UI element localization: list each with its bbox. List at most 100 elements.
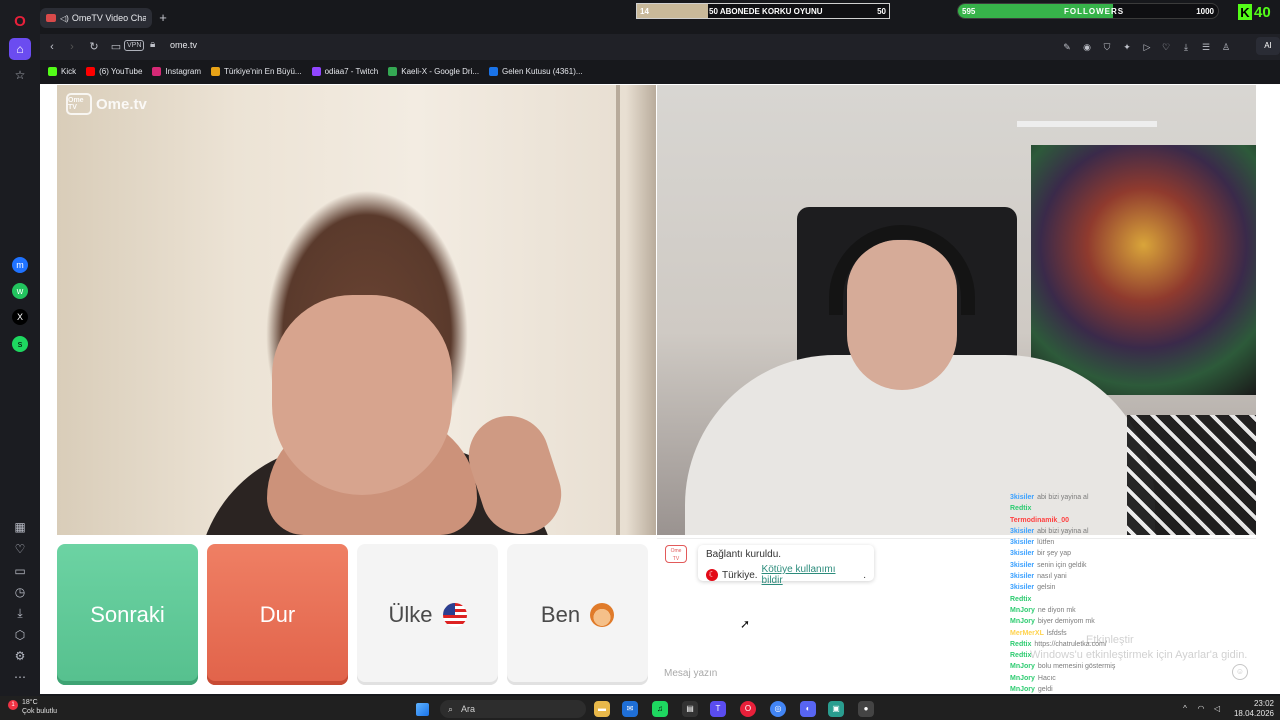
stream-chat-row: 3kisiler senin için geldik	[1010, 560, 1250, 571]
vpn-badge[interactable]: VPN	[124, 40, 145, 51]
tab-overview-icon[interactable]: ▭	[108, 39, 124, 55]
download-icon[interactable]: ⤓	[1179, 40, 1193, 54]
stop-button[interactable]: Dur	[207, 544, 348, 685]
x-twitter-icon[interactable]: X	[12, 309, 28, 325]
instagram-icon	[152, 66, 162, 76]
url-field[interactable]: ome.tv	[170, 40, 197, 50]
outlook-icon[interactable]: ✉	[622, 701, 638, 717]
bookmark-item[interactable]: odiaa7 - Twitch	[311, 66, 379, 76]
tab-ometv[interactable]: ◁) OmeTV Video Chat –	[40, 8, 152, 28]
me-label: Ben	[540, 601, 581, 627]
camera-icon[interactable]: ◉	[1080, 40, 1094, 54]
stream-chat-row: 3kisiler lütfen	[1010, 537, 1250, 548]
file-explorer-icon[interactable]: ▬	[594, 701, 610, 717]
spotify-icon[interactable]: s	[12, 336, 28, 352]
profile-icon[interactable]: ♙	[1219, 40, 1233, 54]
clock-date: 18.04.2026	[1233, 709, 1274, 718]
messenger-icon[interactable]: m	[12, 257, 28, 273]
home-icon[interactable]: ⌂	[9, 38, 31, 60]
weather-icon: 1	[8, 700, 18, 710]
next-button[interactable]: Sonraki	[57, 544, 198, 685]
report-abuse-link[interactable]: Kötüye kullanımı bildir	[762, 564, 860, 586]
opera-taskbar-icon[interactable]: O	[740, 701, 756, 717]
report-suffix: .	[863, 569, 866, 581]
back-arrow-icon[interactable]: ‹	[44, 39, 60, 55]
whatsapp-icon[interactable]: w	[12, 283, 28, 299]
taskbar-clock[interactable]: 23:02 18.04.2026	[1228, 699, 1274, 719]
bookmark-item[interactable]: (6) YouTube	[86, 66, 143, 76]
chat-username: 3kisiler	[1010, 550, 1035, 558]
chat-message: senin için geldik	[1037, 561, 1087, 569]
country-button[interactable]: Ülke	[357, 544, 498, 685]
chat-username: 3kisiler	[1010, 527, 1035, 535]
bookmark-item[interactable]: Kick	[48, 66, 76, 76]
extension-icon[interactable]: ✦	[1120, 40, 1134, 54]
windows-start-icon[interactable]	[416, 703, 429, 716]
chat-username: MnJory	[1010, 618, 1035, 626]
lock-icon[interactable]: 🔒︎	[150, 39, 155, 50]
bookmark-item[interactable]: Instagram	[152, 66, 201, 76]
obs-icon[interactable]: ●	[858, 701, 874, 717]
weather-widget[interactable]: 1 18°C Çok bulutlu	[8, 698, 57, 716]
youtube-icon	[86, 66, 96, 76]
taskbar-search[interactable]: ⌕ Ara	[440, 700, 586, 718]
downloads-icon[interactable]: ⤓	[9, 602, 31, 624]
wall-shelf	[1017, 121, 1157, 127]
easy-setup-icon[interactable]: ☰	[1199, 40, 1213, 54]
opera-menu-icon[interactable]: O	[9, 10, 31, 32]
pinboard-icon[interactable]: ☆	[9, 64, 31, 86]
new-tab-plus-icon[interactable]: +	[155, 10, 171, 26]
terminal-icon[interactable]: ▤	[682, 701, 698, 717]
boy-avatar-icon	[590, 602, 615, 627]
reload-icon[interactable]: ↻	[86, 39, 102, 55]
heart-icon[interactable]: ♡	[1159, 40, 1173, 54]
chrome-icon[interactable]: ◎	[770, 701, 786, 717]
bookmark-item[interactable]: Gelen Kutusu (4361)...	[489, 66, 583, 76]
chat-username: Redtix	[1010, 505, 1032, 513]
connected-text: Bağlantı kuruldu.	[706, 549, 782, 560]
twitch-icon	[311, 66, 321, 76]
stream-chat-row: 3kisiler nasıl yani	[1010, 571, 1250, 582]
bookmarks-bar: Kick (6) YouTube Instagram Türkiye'nin En B…	[40, 60, 1280, 82]
stream-chat-row: 3kisiler gelsin	[1010, 582, 1250, 593]
message-input[interactable]	[658, 662, 1228, 684]
snapshot-icon[interactable]: ▭	[9, 560, 31, 582]
followers-title: FOLLOWERS	[1064, 7, 1125, 16]
stream-chat-row: MnJory ne diyon mk	[1010, 605, 1250, 616]
favorites-heart-icon[interactable]: ♡	[9, 538, 31, 560]
bookmark-item[interactable]: Kaeli-X - Google Dri...	[388, 66, 479, 76]
teams-icon[interactable]: T	[710, 701, 726, 717]
bookmark-label: odiaa7 - Twitch	[324, 66, 379, 76]
wifi-icon[interactable]: ◠	[1196, 704, 1206, 714]
stream-chat-row: MnJory biyer demiyom mk	[1010, 616, 1250, 627]
ometv-favicon-icon	[46, 14, 56, 22]
speaker-icon[interactable]: ◁)	[60, 14, 69, 23]
weather-temp: 18°C	[22, 699, 38, 706]
volume-icon[interactable]: ◁	[1212, 704, 1222, 714]
forward-arrow-icon[interactable]: ›	[64, 39, 80, 55]
stop-label: Dur	[259, 601, 296, 627]
bookmark-label: (6) YouTube	[99, 66, 143, 76]
settings-gear-icon[interactable]: ⚙	[9, 645, 31, 667]
extensions-icon[interactable]: ⬡	[9, 624, 31, 646]
stream-chat-row: 3kisiler bir şey yap	[1010, 548, 1250, 559]
ai-label: AI	[1264, 41, 1272, 50]
more-icon[interactable]: ⋯	[9, 666, 31, 688]
search-icon: ⌕	[448, 703, 454, 714]
emoji-icon[interactable]: ☺	[1232, 664, 1248, 680]
discord-icon[interactable]: ◐	[800, 701, 816, 717]
adblock-icon[interactable]: ⛉	[1100, 40, 1114, 54]
chat-username: 3kisiler	[1010, 573, 1035, 581]
spotify-taskbar-icon[interactable]: ♫	[652, 701, 668, 717]
chat-username: 3kisiler	[1010, 494, 1035, 501]
app-icon[interactable]: ▣	[828, 701, 844, 717]
aria-ai-button[interactable]: AI	[1256, 37, 1280, 55]
bookmark-item[interactable]: Türkiye'nin En Büyü...	[211, 66, 302, 76]
tray-chevron-icon[interactable]: ^	[1180, 704, 1190, 714]
player-icon[interactable]: ▷	[1140, 40, 1154, 54]
workspaces-icon[interactable]: ▦	[9, 516, 31, 538]
history-icon[interactable]: ◷	[9, 581, 31, 603]
chat-username: 3kisiler	[1010, 539, 1035, 547]
edit-icon[interactable]: ✎	[1060, 40, 1074, 54]
gender-me-button[interactable]: Ben	[507, 544, 648, 685]
